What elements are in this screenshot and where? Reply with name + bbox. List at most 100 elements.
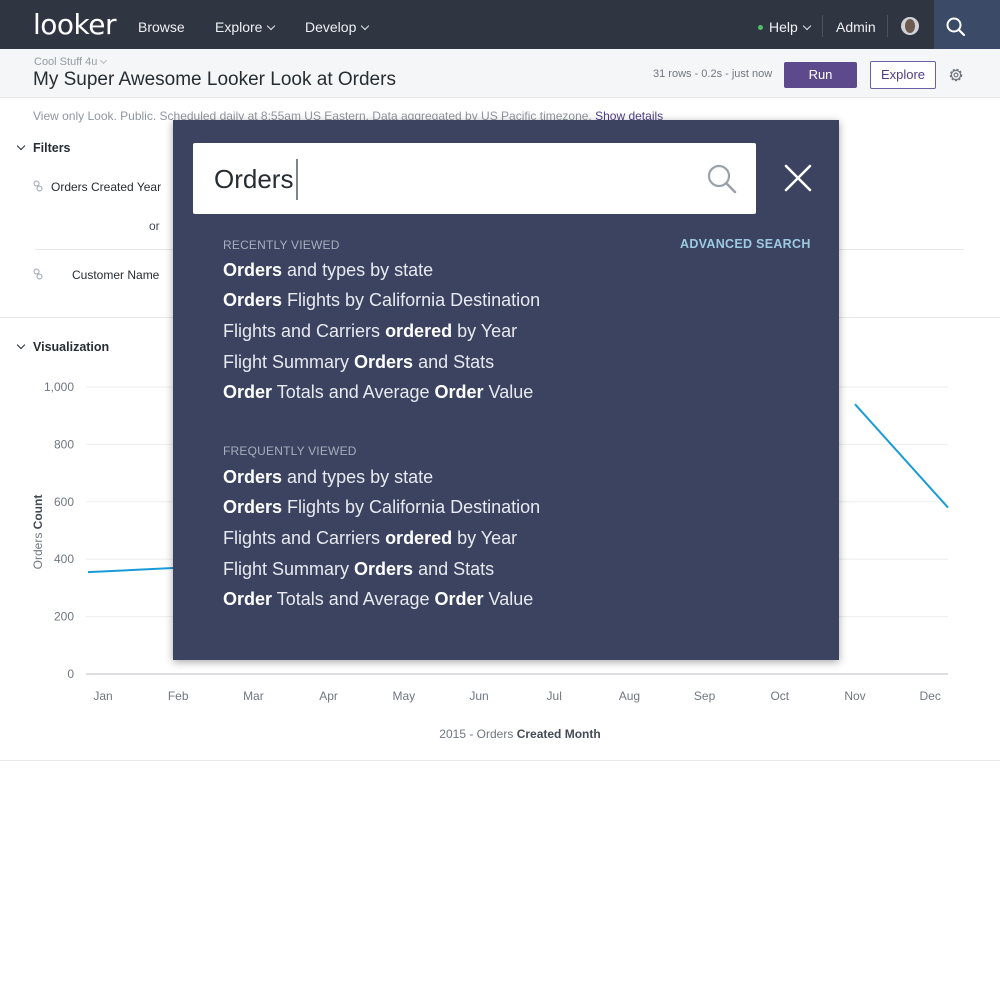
x-tick-label: Jan bbox=[93, 689, 112, 703]
x-tick-label: Mar bbox=[243, 689, 264, 703]
result-text: and types by state bbox=[282, 467, 434, 487]
x-tick-label: Jun bbox=[469, 689, 488, 703]
search-result-item[interactable]: Flights and Carriers ordered by Year bbox=[223, 528, 517, 549]
nav-help[interactable]: Help bbox=[758, 0, 812, 49]
result-text: Flights by California Destination bbox=[282, 290, 541, 310]
section-divider bbox=[0, 760, 1000, 761]
result-match: Orders bbox=[354, 352, 414, 372]
text-cursor bbox=[296, 159, 298, 200]
chevron-down-icon bbox=[361, 21, 370, 31]
look-header: Cool Stuff 4u My Super Awesome Looker Lo… bbox=[0, 49, 1000, 98]
x-tick-label: Dec bbox=[920, 689, 941, 703]
x-axis-title: 2015 - Orders Created Month bbox=[439, 727, 600, 741]
result-match: Order bbox=[434, 382, 484, 402]
search-icon bbox=[946, 17, 966, 37]
filters-section-toggle[interactable]: Filters bbox=[16, 141, 71, 155]
x-axis-title-bold: Created Month bbox=[517, 727, 601, 741]
search-query-text: Orders bbox=[214, 164, 294, 194]
nav-develop[interactable]: Develop bbox=[305, 0, 370, 49]
search-icon[interactable] bbox=[706, 163, 738, 195]
nav-explore[interactable]: Explore bbox=[215, 0, 276, 49]
search-result-item[interactable]: Flights and Carriers ordered by Year bbox=[223, 321, 517, 342]
advanced-search-link[interactable]: ADVANCED SEARCH bbox=[680, 237, 811, 251]
result-match: Order bbox=[223, 589, 273, 609]
y-axis-title-light: Orders bbox=[31, 533, 45, 570]
result-text: Totals and Average bbox=[272, 589, 435, 609]
result-match: ordered bbox=[385, 321, 453, 341]
gear-icon[interactable] bbox=[947, 66, 965, 84]
filter-label-customer-name: Customer Name bbox=[72, 268, 160, 282]
search-input[interactable]: Orders bbox=[193, 143, 756, 214]
result-text: Flights and Carriers bbox=[223, 528, 386, 548]
nav-divider bbox=[887, 15, 888, 37]
nav-divider bbox=[822, 15, 823, 37]
page-title: My Super Awesome Looker Look at Orders bbox=[33, 69, 396, 90]
result-text: Flights by California Destination bbox=[282, 497, 541, 517]
x-tick-label: Sep bbox=[694, 689, 716, 703]
filter-or-label: or bbox=[149, 219, 160, 233]
close-icon[interactable] bbox=[783, 163, 813, 193]
x-tick-label: Apr bbox=[319, 689, 338, 703]
search-result-item[interactable]: Flight Summary Orders and Stats bbox=[223, 352, 494, 373]
result-match: Order bbox=[223, 382, 273, 402]
y-tick-label: 1,000 bbox=[44, 380, 74, 394]
result-text: Flight Summary bbox=[223, 352, 355, 372]
result-text: Value bbox=[483, 589, 534, 609]
x-tick-label: Jul bbox=[547, 689, 562, 703]
filter-field-icon bbox=[33, 268, 43, 280]
result-match: Order bbox=[434, 589, 484, 609]
recently-viewed-heading: RECENTLY VIEWED bbox=[223, 238, 340, 252]
result-text: Flights and Carriers bbox=[223, 321, 386, 341]
folder-breadcrumb[interactable]: Cool Stuff 4u bbox=[34, 56, 108, 68]
result-match: Orders bbox=[354, 559, 414, 579]
y-tick-label: 200 bbox=[54, 610, 74, 624]
filter-field-icon bbox=[33, 180, 43, 192]
visualization-heading: Visualization bbox=[33, 340, 110, 354]
result-match: Orders bbox=[223, 467, 283, 487]
result-text: Flight Summary bbox=[223, 559, 355, 579]
result-text: Value bbox=[483, 382, 534, 402]
chevron-down-icon bbox=[16, 141, 26, 151]
status-dot-icon bbox=[758, 25, 763, 30]
result-text: and types by state bbox=[282, 260, 434, 280]
x-tick-label: Nov bbox=[844, 689, 865, 703]
x-tick-label: Oct bbox=[770, 689, 789, 703]
search-result-item[interactable]: Orders Flights by California Destination bbox=[223, 497, 540, 518]
chevron-down-icon bbox=[16, 340, 26, 350]
search-result-item[interactable]: Orders and types by state bbox=[223, 467, 433, 488]
search-result-item[interactable]: Order Totals and Average Order Value bbox=[223, 382, 533, 403]
y-tick-label: 400 bbox=[54, 552, 74, 566]
search-modal: Orders RECENTLY VIEWED ADVANCED SEARCH O… bbox=[173, 120, 839, 660]
result-text: Totals and Average bbox=[272, 382, 435, 402]
result-text: and Stats bbox=[413, 559, 495, 579]
search-result-item[interactable]: Orders and types by state bbox=[223, 260, 433, 281]
nav-browse-label: Browse bbox=[138, 19, 185, 35]
search-result-item[interactable]: Order Totals and Average Order Value bbox=[223, 589, 533, 610]
series-line bbox=[854, 403, 949, 509]
nav-help-label: Help bbox=[769, 19, 798, 35]
looker-logo[interactable]: looker bbox=[33, 8, 117, 42]
y-tick-label: 800 bbox=[54, 437, 74, 451]
result-match: Orders bbox=[223, 290, 283, 310]
search-result-item[interactable]: Flight Summary Orders and Stats bbox=[223, 559, 494, 580]
nav-browse[interactable]: Browse bbox=[138, 0, 185, 49]
visualization-section-toggle[interactable]: Visualization bbox=[16, 340, 110, 354]
x-tick-label: Feb bbox=[168, 689, 189, 703]
filter-label-orders-created-year: Orders Created Year bbox=[51, 180, 162, 194]
explore-button[interactable]: Explore bbox=[870, 61, 936, 89]
result-text: and Stats bbox=[413, 352, 495, 372]
nav-admin[interactable]: Admin bbox=[836, 0, 876, 49]
frequently-viewed-heading: FREQUENTLY VIEWED bbox=[223, 444, 357, 458]
run-button[interactable]: Run bbox=[784, 62, 857, 88]
x-tick-label: Aug bbox=[619, 689, 640, 703]
top-nav: looker Browse Explore Develop Help Admin bbox=[0, 0, 1000, 49]
search-result-item[interactable]: Orders Flights by California Destination bbox=[223, 290, 540, 311]
filters-heading: Filters bbox=[33, 141, 71, 155]
result-text: by Year bbox=[452, 321, 518, 341]
result-match: ordered bbox=[385, 528, 453, 548]
y-tick-label: 0 bbox=[67, 667, 74, 681]
user-avatar[interactable] bbox=[901, 17, 919, 35]
result-match: Orders bbox=[223, 260, 283, 280]
y-axis-ticks: 0 200 400 600 800 1,000 bbox=[44, 380, 74, 681]
search-button[interactable] bbox=[934, 0, 1000, 49]
